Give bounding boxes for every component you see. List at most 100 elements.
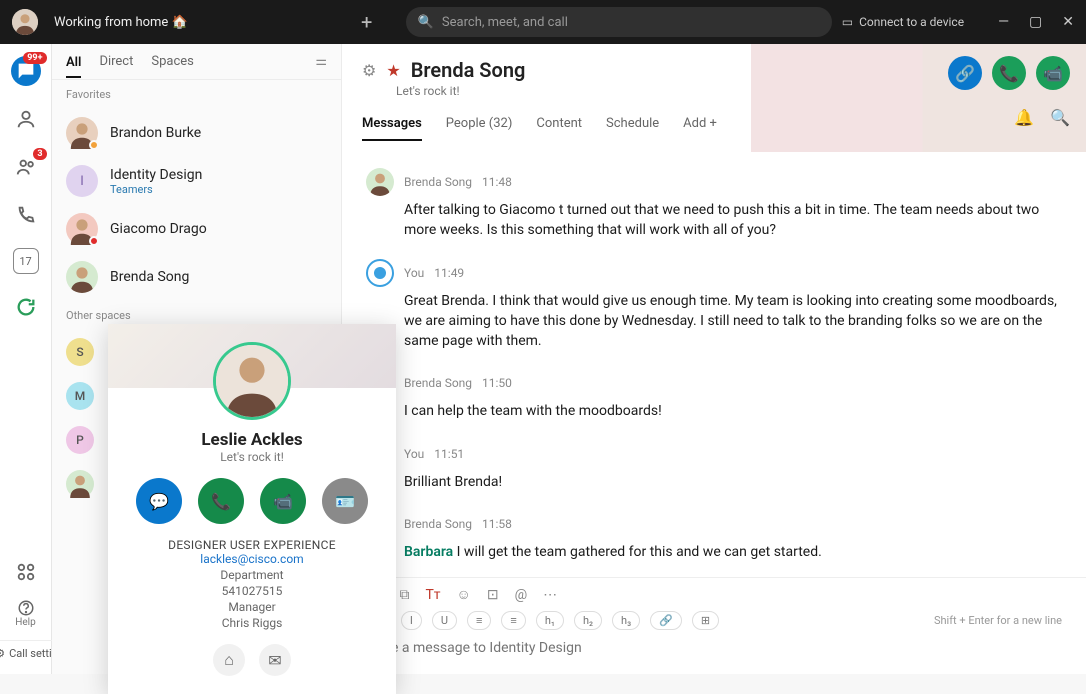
search-icon: 🔍 bbox=[418, 15, 434, 30]
format-icon[interactable]: Tт bbox=[425, 587, 440, 603]
star-icon[interactable]: ★ bbox=[386, 61, 400, 80]
profile-mail-icon[interactable]: ✉ bbox=[259, 644, 291, 676]
profile-avatar bbox=[213, 342, 291, 420]
profile-video-button[interactable]: 📹 bbox=[260, 478, 306, 524]
tab-spaces[interactable]: Spaces bbox=[151, 54, 194, 69]
connect-device[interactable]: ▭ Connect to a device bbox=[842, 15, 964, 29]
message-author: You bbox=[404, 266, 424, 280]
message-list: Brenda Song11:48After talking to Giacomo… bbox=[342, 152, 1086, 577]
space-avatar bbox=[66, 470, 94, 498]
message: Brenda Song11:48After talking to Giacomo… bbox=[366, 168, 1062, 241]
contact-sub: Teamers bbox=[110, 183, 202, 196]
profile-manager: Chris Riggs bbox=[126, 616, 378, 630]
message-author: Brenda Song bbox=[404, 175, 472, 189]
profile-card-button[interactable]: 🪪 bbox=[322, 478, 368, 524]
message-input[interactable] bbox=[366, 640, 1062, 656]
tab-direct[interactable]: Direct bbox=[99, 54, 133, 69]
profile-email[interactable]: lackles@cisco.com bbox=[126, 552, 378, 566]
close-button[interactable]: ✕ bbox=[1062, 14, 1074, 30]
bell-icon[interactable]: 🔔 bbox=[1014, 108, 1034, 127]
chat-badge: 99+ bbox=[23, 52, 46, 64]
rail-calendar[interactable]: 17 bbox=[13, 248, 39, 274]
format-chip[interactable]: I bbox=[401, 611, 422, 630]
profile-name: Leslie Ackles bbox=[126, 430, 378, 450]
message: You11:51Brilliant Brenda! bbox=[366, 440, 1062, 492]
gif-icon[interactable]: ⊡ bbox=[487, 587, 499, 603]
format-chip[interactable]: h₃ bbox=[612, 611, 640, 630]
rail-contacts[interactable]: 3 bbox=[11, 152, 41, 182]
tab-add[interactable]: Add + bbox=[683, 116, 717, 141]
rail-apps[interactable] bbox=[11, 557, 41, 587]
profile-home-icon[interactable]: ⌂ bbox=[213, 644, 245, 676]
profile-audio-button[interactable]: 📞 bbox=[198, 478, 244, 524]
message-time: 11:58 bbox=[482, 517, 512, 531]
audio-call-button[interactable]: 📞 bbox=[992, 56, 1026, 90]
self-avatar[interactable] bbox=[12, 9, 38, 35]
tab-schedule[interactable]: Schedule bbox=[606, 116, 659, 141]
rail-chat[interactable]: 99+ bbox=[11, 56, 41, 86]
format-chip[interactable]: 🔗 bbox=[650, 611, 682, 630]
contact-row[interactable]: Brandon Burke bbox=[52, 109, 341, 157]
message-author: Brenda Song bbox=[404, 376, 472, 390]
profile-title: DESIGNER USER EXPERIENCE bbox=[126, 538, 378, 552]
message-avatar bbox=[366, 259, 394, 287]
format-chip[interactable]: ≡ bbox=[501, 611, 525, 630]
gear-icon[interactable]: ⚙ bbox=[362, 61, 376, 80]
rail-refresh[interactable] bbox=[11, 292, 41, 322]
mention-icon[interactable]: @ bbox=[515, 587, 528, 603]
tab-all[interactable]: All bbox=[66, 55, 81, 78]
format-row: BIU≡≡h₁h₂h₃🔗⊞Shift + Enter for a new lin… bbox=[366, 611, 1062, 630]
format-chip[interactable]: ⊞ bbox=[692, 611, 719, 630]
chat-panel: ⚙ ★ Brenda Song Let's rock it! 🔗 📞 📹 🔔 🔍… bbox=[342, 44, 1086, 674]
message: Brenda Song 11:58 Barbara I will get the t… bbox=[366, 510, 1062, 562]
contacts-badge: 3 bbox=[33, 148, 46, 160]
more-compose-icon[interactable]: ⋯ bbox=[543, 587, 557, 603]
link-button[interactable]: 🔗 bbox=[948, 56, 982, 90]
message-time: 11:51 bbox=[434, 447, 464, 461]
message-author: Brenda Song bbox=[404, 517, 472, 531]
format-chip[interactable]: U bbox=[432, 611, 457, 630]
presence-status[interactable]: Working from home 🏠 bbox=[54, 15, 188, 30]
minimize-button[interactable]: — bbox=[998, 14, 1009, 30]
window-controls: — ▢ ✕ bbox=[998, 14, 1074, 30]
profile-chat-button[interactable]: 💬 bbox=[136, 478, 182, 524]
space-avatar: S bbox=[66, 338, 94, 366]
chat-tabs: Messages People (32) Content Schedule Ad… bbox=[362, 116, 1066, 141]
contact-name: Brandon Burke bbox=[110, 125, 201, 141]
new-action-button[interactable]: + bbox=[348, 6, 386, 38]
chat-title: Brenda Song bbox=[411, 58, 526, 82]
tab-messages[interactable]: Messages bbox=[362, 116, 422, 141]
global-search[interactable]: 🔍 Search, meet, and call bbox=[406, 7, 832, 37]
format-chip[interactable]: h₂ bbox=[574, 611, 602, 630]
message-body: Barbara I will get the team gathered for… bbox=[404, 542, 1062, 562]
titlebar: Working from home 🏠 + 🔍 Search, meet, an… bbox=[0, 0, 1086, 44]
video-call-button[interactable]: 📹 bbox=[1036, 56, 1070, 90]
composer: 📎 ⧉ Tт ☺ ⊡ @ ⋯ BIU≡≡h₁h₂h₃🔗⊞Shift + Ente… bbox=[342, 577, 1086, 674]
nav-rail: 99+ 3 17 Help 📞⚙ Call bbox=[0, 44, 52, 674]
contact-name: Identity Design bbox=[110, 167, 202, 183]
contact-row[interactable]: Giacomo Drago bbox=[52, 205, 341, 253]
message: You11:49Great Brenda. I think that would… bbox=[366, 259, 1062, 352]
format-chip[interactable]: h₁ bbox=[536, 611, 564, 630]
filter-icon[interactable]: ⚌ bbox=[315, 54, 327, 69]
contact-row[interactable]: I Identity DesignTeamers bbox=[52, 157, 341, 205]
screenshot-icon[interactable]: ⧉ bbox=[399, 587, 409, 603]
tab-people[interactable]: People (32) bbox=[446, 116, 513, 141]
rail-help[interactable]: Help bbox=[11, 599, 41, 628]
search-placeholder: Search, meet, and call bbox=[442, 15, 568, 30]
message-body: After talking to Giacomo t turned out th… bbox=[404, 200, 1062, 241]
phone-gear-icon: 📞⚙ bbox=[0, 647, 5, 660]
favorites-label: Favorites bbox=[52, 80, 341, 109]
emoji-icon[interactable]: ☺ bbox=[457, 586, 471, 603]
contact-row[interactable]: Brenda Song bbox=[52, 253, 341, 301]
space-avatar: M bbox=[66, 382, 94, 410]
tab-content[interactable]: Content bbox=[536, 116, 582, 141]
message-body: Great Brenda. I think that would give us… bbox=[404, 291, 1062, 352]
contact-name: Brenda Song bbox=[110, 269, 189, 285]
format-chip[interactable]: ≡ bbox=[467, 611, 491, 630]
contact-avatar: I bbox=[66, 165, 98, 197]
rail-teams[interactable] bbox=[11, 104, 41, 134]
rail-calls[interactable] bbox=[11, 200, 41, 230]
maximize-button[interactable]: ▢ bbox=[1029, 14, 1042, 30]
search-chat-icon[interactable]: 🔍 bbox=[1050, 108, 1070, 127]
